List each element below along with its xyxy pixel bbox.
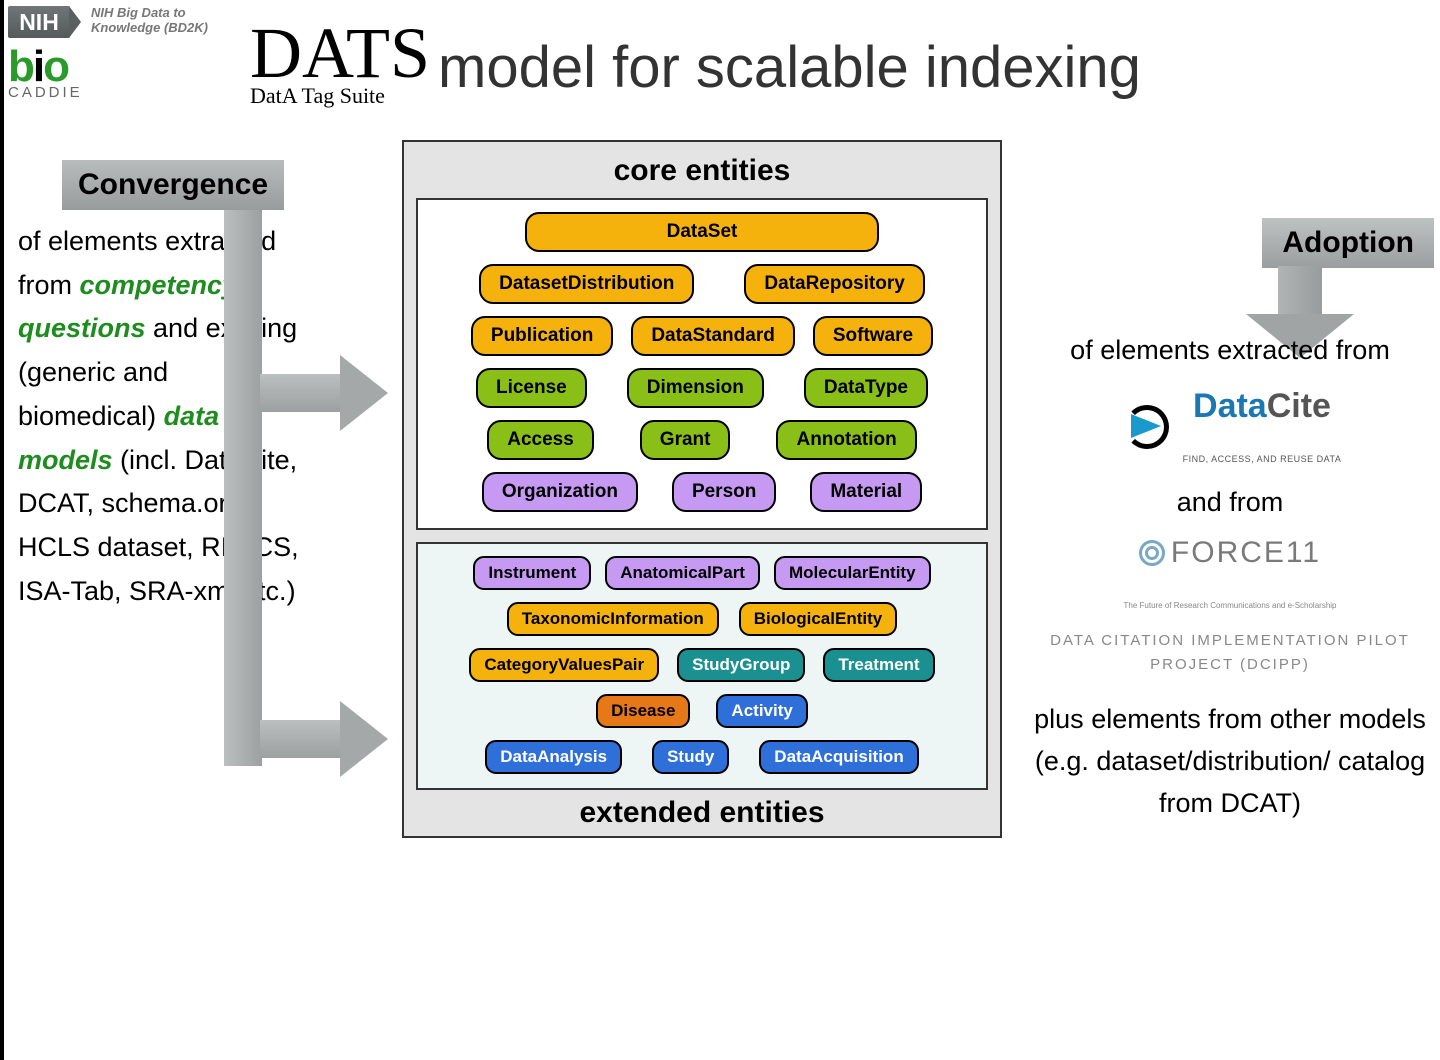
core-row-5: Access Grant Annotation (430, 420, 974, 460)
pill-molecularentity: MolecularEntity (774, 556, 931, 590)
pill-annotation: Annotation (776, 420, 916, 460)
pill-datatype: DataType (804, 368, 928, 408)
left-text: of elements extracted from competency qu… (18, 220, 308, 614)
extended-entities-box: Instrument AnatomicalPart MolecularEntit… (416, 542, 988, 790)
header: NIH NIH Big Data to Knowledge (BD2K) bio… (0, 0, 1440, 130)
extended-entities-title: extended entities (416, 796, 988, 830)
page-title: DATS DatA Tag Suite model for scalable i… (250, 12, 1141, 109)
right-column: of elements extracted from DataCite FIND… (1034, 210, 1426, 825)
nih-logo: NIH (8, 6, 70, 38)
pill-dataanalysis: DataAnalysis (485, 740, 622, 774)
pill-treatment: Treatment (823, 648, 934, 682)
convergence-arrow-bottom-stem (260, 720, 342, 758)
pill-grant: Grant (640, 420, 731, 460)
pill-person: Person (672, 472, 776, 512)
core-row-3: Publication DataStandard Software (430, 316, 974, 356)
pill-instrument: Instrument (473, 556, 591, 590)
pill-dataacquisition: DataAcquisition (759, 740, 918, 774)
force11-logo: FORCE11 The Future of Research Communica… (1034, 530, 1426, 621)
ext-row-5: DataAnalysis Study DataAcquisition (430, 740, 974, 774)
pill-anatomicalpart: AnatomicalPart (605, 556, 760, 590)
convergence-arrow-top-head-icon (340, 355, 388, 431)
pill-publication: Publication (471, 316, 613, 356)
pill-material: Material (810, 472, 922, 512)
right-p3: plus elements from other models (e.g. da… (1034, 699, 1426, 825)
bio-letter-o: o (43, 42, 68, 92)
datacite-blue: Data (1193, 387, 1267, 425)
datacite-logo: DataCite FIND, ACCESS, AND REUSE DATA (1034, 380, 1426, 475)
pill-organization: Organization (482, 472, 638, 512)
pill-datarepository: DataRepository (744, 264, 924, 304)
convergence-band: Convergence (62, 160, 284, 210)
convergence-arrow-top-stem (260, 374, 342, 412)
force11-ring-icon (1139, 540, 1165, 566)
pill-biologicalentity: BiologicalEntity (739, 602, 897, 636)
ext-row-1: Instrument AnatomicalPart MolecularEntit… (430, 556, 974, 590)
core-row-1: DataSet (430, 212, 974, 252)
force11-text: FORCE11 (1171, 530, 1321, 577)
center-panel: core entities DataSet DatasetDistributio… (402, 140, 1002, 838)
pill-dimension: Dimension (627, 368, 764, 408)
right-p2: and from (1034, 482, 1426, 524)
dcipp-text: DATA CITATION IMPLEMENTATION PILOT PROJE… (1034, 629, 1426, 677)
nih-subtitle: NIH Big Data to Knowledge (BD2K) (91, 6, 208, 36)
pill-activity: Activity (716, 694, 807, 728)
pill-dataset: DataSet (525, 212, 880, 252)
title-rest: model for scalable indexing (438, 34, 1141, 101)
pill-license: License (476, 368, 587, 408)
right-p1: of elements extracted from (1034, 330, 1426, 372)
pill-study: Study (652, 740, 729, 774)
slide-left-border (0, 0, 4, 1060)
core-entities-box: DataSet DatasetDistribution DataReposito… (416, 198, 988, 530)
pill-datasetdistribution: DatasetDistribution (479, 264, 694, 304)
core-row-6: Organization Person Material (430, 472, 974, 512)
datacite-tagline: FIND, ACCESS, AND REUSE DATA (1183, 454, 1342, 464)
datacite-arrow-icon (1131, 414, 1161, 438)
biocaddie-logo: bio CADDIE (8, 42, 83, 101)
core-row-2: DatasetDistribution DataRepository (430, 264, 974, 304)
nih-logo-block: NIH NIH Big Data to Knowledge (BD2K) (8, 6, 208, 38)
pill-taxonomicinformation: TaxonomicInformation (507, 602, 719, 636)
core-entities-title: core entities (416, 154, 988, 188)
force11-tagline: The Future of Research Communications an… (1124, 601, 1337, 610)
ext-row-3: CategoryValuesPair StudyGroup Treatment (430, 648, 974, 682)
dats-logo: DATS DatA Tag Suite (250, 12, 430, 109)
ext-row-2: TaxonomicInformation BiologicalEntity (430, 602, 974, 636)
convergence-arrow-vertical (224, 210, 262, 766)
datacite-gray: Cite (1267, 387, 1331, 425)
convergence-arrow-bottom-head-icon (340, 701, 388, 777)
ext-row-4: Disease Activity (430, 694, 974, 728)
core-row-4: License Dimension DataType (430, 368, 974, 408)
pill-disease: Disease (596, 694, 690, 728)
right-text: of elements extracted from DataCite FIND… (1034, 330, 1426, 825)
pill-studygroup: StudyGroup (677, 648, 805, 682)
nih-chevron-icon (69, 6, 81, 38)
pill-categoryvaluespair: CategoryValuesPair (469, 648, 659, 682)
pill-datastandard: DataStandard (631, 316, 795, 356)
pill-access: Access (487, 420, 594, 460)
pill-software: Software (813, 316, 933, 356)
